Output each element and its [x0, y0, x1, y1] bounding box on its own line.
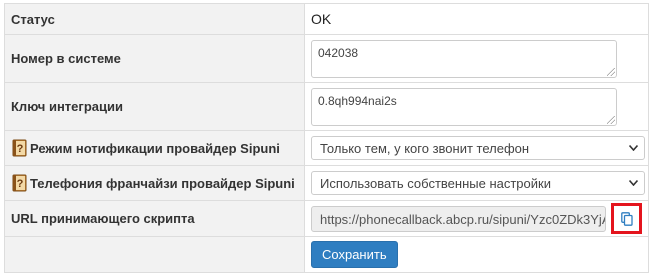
row-key: Ключ интеграции 0.8qh994nai2s: [4, 82, 649, 131]
chevron-down-icon: [629, 145, 638, 151]
resize-grip-icon[interactable]: [607, 67, 615, 76]
url-field[interactable]: https://phonecallback.abcp.ru/sipuni/Yzc…: [311, 205, 606, 232]
key-label: Ключ интеграции: [4, 82, 305, 131]
copy-url-button[interactable]: [611, 203, 642, 234]
row-number: Номер в системе 042038: [4, 34, 649, 83]
row-notify-mode: ? Режим нотификации провайдер Sipuni Тол…: [4, 130, 649, 166]
number-textarea[interactable]: 042038: [311, 39, 617, 78]
row-save: Сохранить: [4, 236, 649, 273]
empty-label: [4, 236, 305, 273]
number-label: Номер в системе: [4, 34, 305, 83]
copy-icon: [620, 211, 633, 226]
svg-text:?: ?: [17, 143, 24, 155]
url-label: URL принимающего скрипта: [4, 200, 305, 237]
row-telephony: ? Телефония франчайзи провайдер Sipuni И…: [4, 165, 649, 201]
telephony-select[interactable]: Использовать собственные настройки: [311, 171, 645, 195]
svg-text:?: ?: [17, 178, 24, 190]
notify-mode-select[interactable]: Только тем, у кого звонит телефон: [311, 136, 645, 160]
resize-grip-icon[interactable]: [607, 115, 615, 124]
save-button[interactable]: Сохранить: [311, 241, 398, 268]
help-book-icon[interactable]: ?: [11, 174, 28, 192]
telephony-selected: Использовать собственные настройки: [320, 176, 551, 191]
telephony-label: Телефония франчайзи провайдер Sipuni: [30, 176, 295, 191]
notify-mode-selected: Только тем, у кого звонит телефон: [320, 141, 530, 156]
help-book-icon[interactable]: ?: [11, 139, 28, 157]
row-status: Статус OK: [4, 3, 649, 35]
key-textarea[interactable]: 0.8qh994nai2s: [311, 87, 617, 126]
row-url: URL принимающего скрипта https://phoneca…: [4, 200, 649, 237]
status-label: Статус: [4, 3, 305, 35]
status-value: OK: [304, 3, 649, 35]
notify-mode-label: Режим нотификации провайдер Sipuni: [30, 141, 280, 156]
chevron-down-icon: [629, 180, 638, 186]
telephony-label-cell: ? Телефония франчайзи провайдер Sipuni: [4, 165, 305, 201]
notify-mode-label-cell: ? Режим нотификации провайдер Sipuni: [4, 130, 305, 166]
integration-settings-table: Статус OK Номер в системе 042038 Ключ ин…: [4, 3, 649, 273]
